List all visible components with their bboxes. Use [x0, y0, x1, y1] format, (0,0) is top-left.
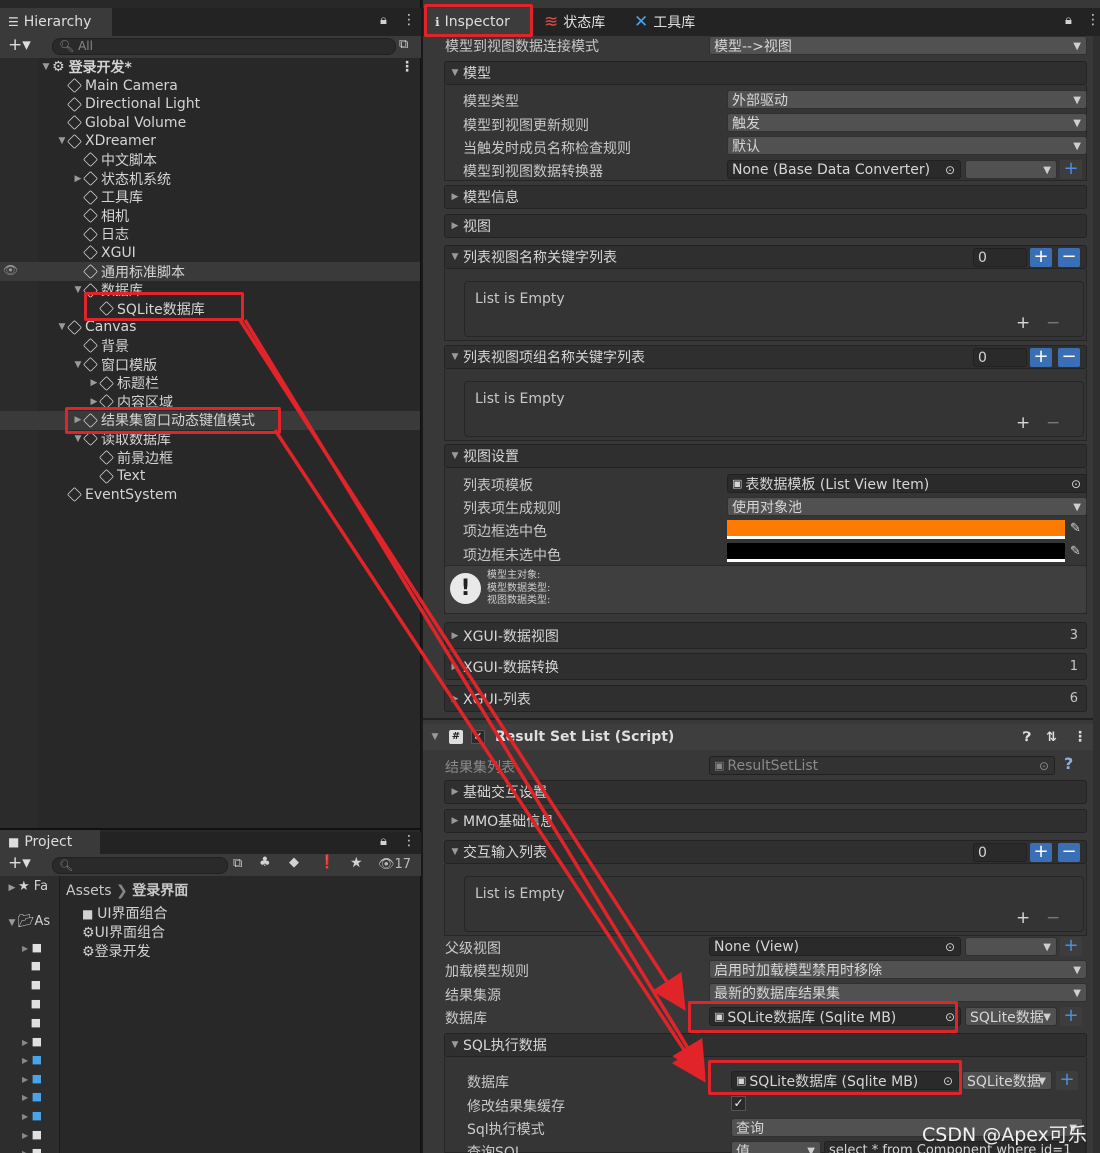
- watermark: CSDN @Apex可乐: [922, 1124, 1087, 1146]
- arrow-result-to-sql-database: [273, 429, 706, 1083]
- arrow-sqlite-to-sql-database: [243, 319, 706, 1077]
- annotation-arrows: [238, 319, 706, 1083]
